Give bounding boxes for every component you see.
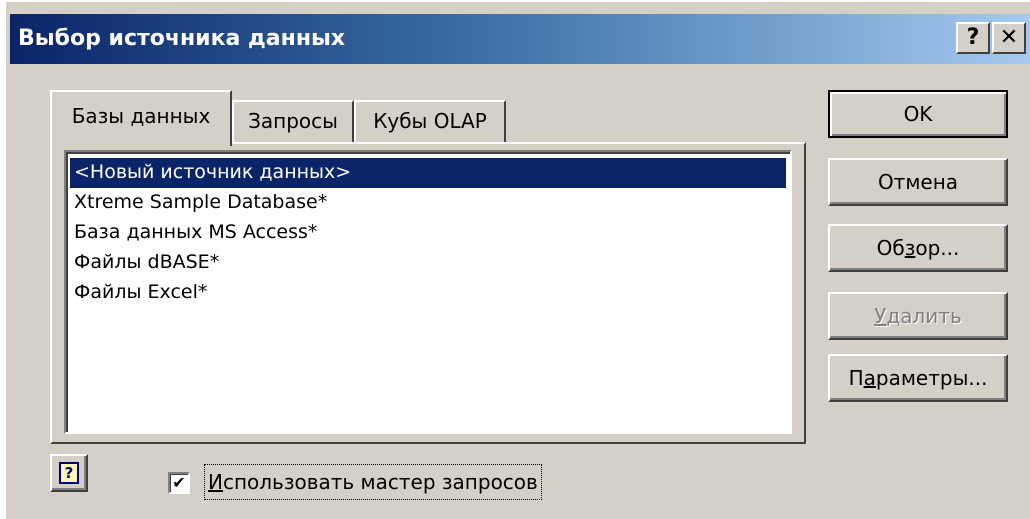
ok-button[interactable]: OK [828, 90, 1008, 138]
checkbox-label-accel: И [208, 470, 223, 494]
cancel-button[interactable]: Отмена [828, 158, 1008, 206]
close-icon[interactable]: ✕ [992, 22, 1026, 54]
title-bar: Выбор источника данных ? ✕ [10, 14, 1030, 64]
title-help-button[interactable]: ? [956, 22, 990, 54]
browse-label-accel: з [904, 236, 916, 260]
params-label-accel: а [863, 366, 876, 390]
delete-button: Удалить [828, 292, 1008, 340]
use-query-wizard-label[interactable]: Использовать мастер запросов [204, 464, 542, 500]
params-label-prefix: П [848, 366, 864, 390]
browse-label-suffix: ор... [915, 236, 960, 260]
tab-olap-cubes[interactable]: Кубы OLAP [354, 100, 506, 142]
window-title: Выбор источника данных [18, 26, 346, 51]
list-item-dbase[interactable]: Файлы dBASE* [70, 248, 786, 278]
browse-label-prefix: Об [876, 236, 905, 260]
use-query-wizard-checkbox[interactable]: ✔ [168, 472, 190, 494]
data-source-dialog: Выбор источника данных ? ✕ Базы данных З… [4, 0, 1030, 519]
list-item-xtreme[interactable]: Xtreme Sample Database* [70, 188, 786, 218]
help-icon: ? [59, 462, 79, 484]
checkbox-label-rest: спользовать мастер запросов [222, 470, 538, 494]
list-item-ms-access[interactable]: База данных MS Access* [70, 218, 786, 248]
params-label-suffix: раметры... [875, 366, 988, 390]
delete-label-suffix: далить [886, 304, 962, 328]
parameters-button[interactable]: Параметры... [828, 354, 1008, 402]
tab-databases[interactable]: Базы данных [50, 90, 232, 146]
data-source-list[interactable]: <Новый источник данных> Xtreme Sample Da… [64, 150, 792, 434]
list-item-excel[interactable]: Файлы Excel* [70, 278, 786, 308]
help-button[interactable]: ? [50, 454, 88, 492]
list-item-new-source[interactable]: <Новый источник данных> [70, 158, 786, 188]
delete-label-accel: У [874, 304, 887, 328]
browse-button[interactable]: Обзор... [828, 224, 1008, 272]
tab-queries[interactable]: Запросы [232, 100, 354, 142]
